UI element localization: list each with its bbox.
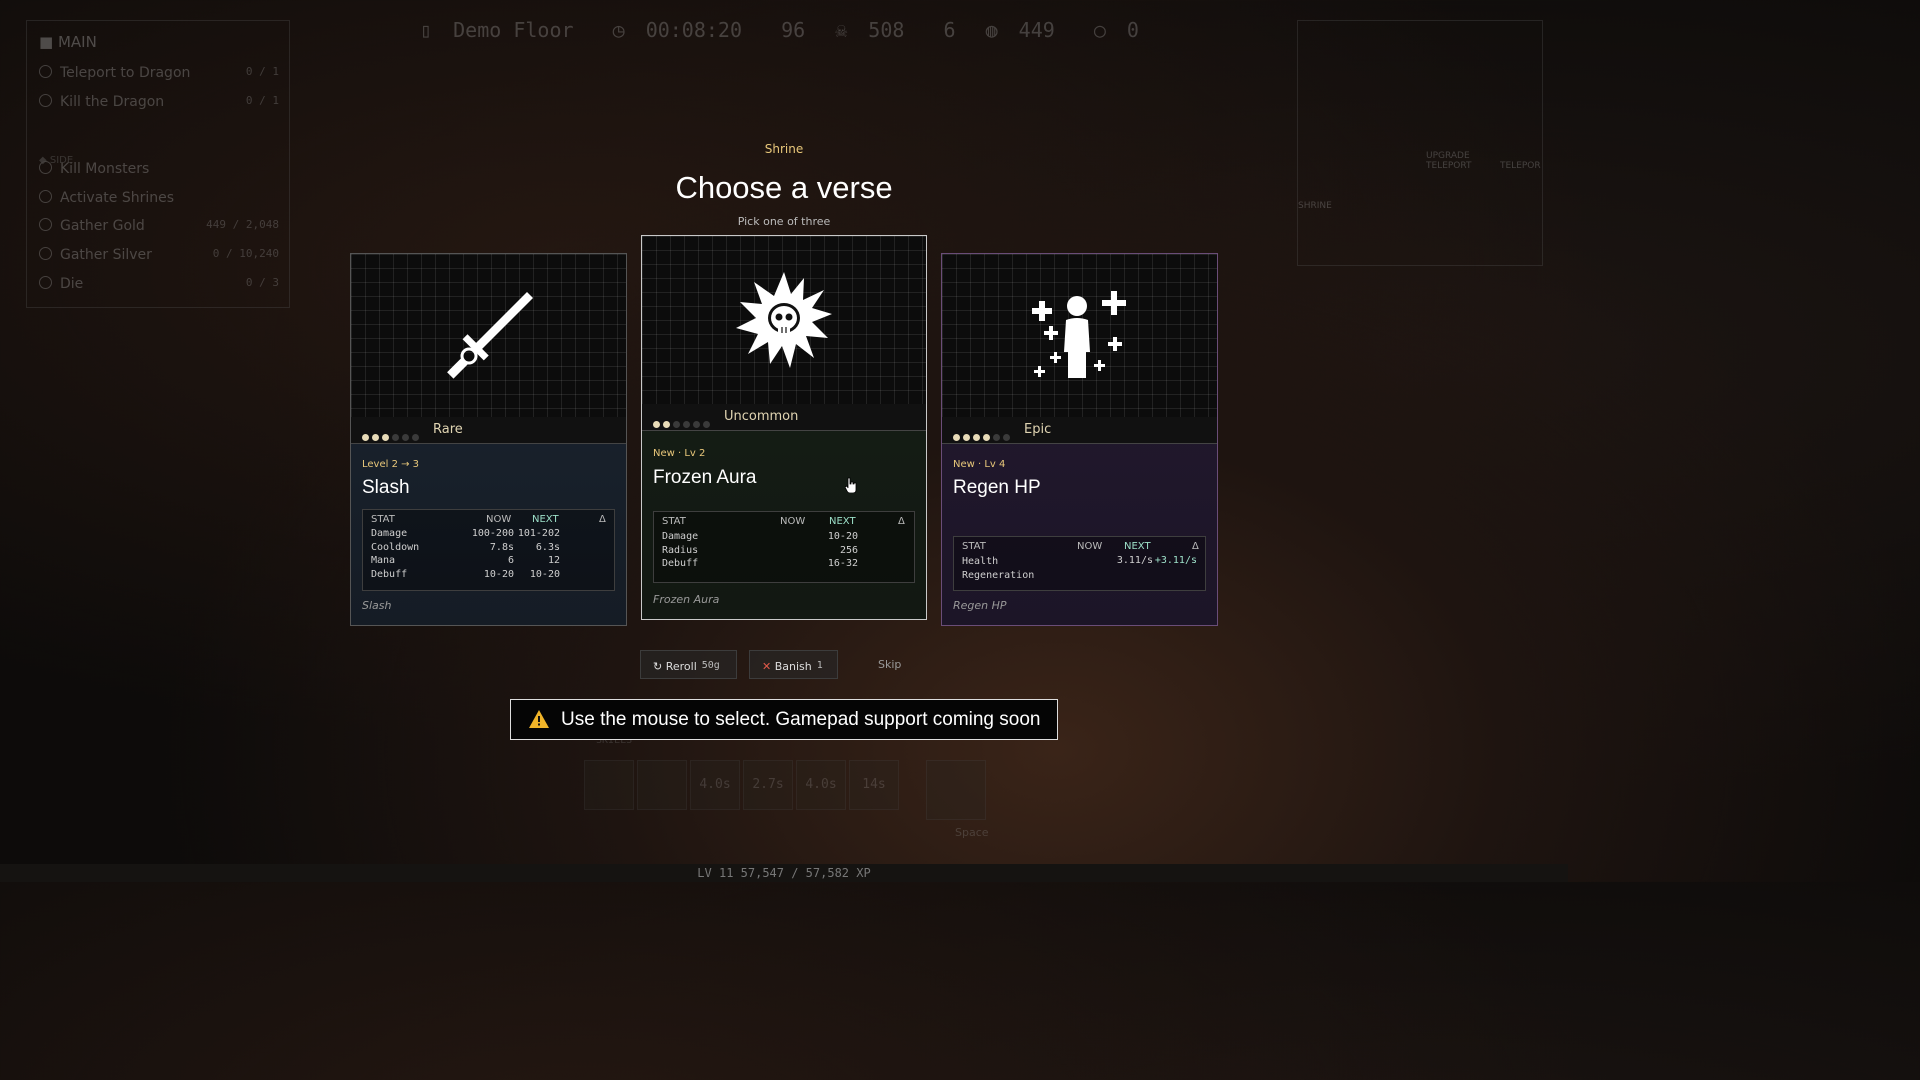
card-name: Slash [362, 477, 410, 498]
healing-person-icon [1031, 290, 1126, 378]
card-level: New · Lv 4 [953, 459, 1006, 470]
rarity-pip [653, 421, 660, 428]
rarity-bar: Uncommon [642, 404, 926, 431]
card-level: New · Lv 2 [653, 448, 706, 459]
stat-table-header: STAT NOW NEXT Δ [962, 541, 1199, 552]
rarity-pip [663, 421, 670, 428]
quest-panel: ■ MAIN Teleport to Dragon 0 / 1 Kill the … [26, 20, 290, 308]
rarity-label: Epic [1024, 422, 1052, 437]
rarity-pip [953, 434, 960, 441]
quest-status-icon [39, 276, 52, 289]
quest-item: Kill the Dragon 0 / 1 [39, 94, 279, 110]
card-flavor: Regen HP [953, 599, 1007, 612]
hand-cursor-icon [845, 477, 857, 493]
dialog-subtitle: Pick one of three [737, 215, 831, 228]
quest-status-icon [39, 94, 52, 107]
stat-table-header: STAT NOW NEXT Δ [371, 514, 606, 525]
rarity-pip [1003, 434, 1010, 441]
rarity-pip [683, 421, 690, 428]
xp-bar: LV 11 57,547 / 57,582 XP [0, 864, 1568, 882]
stat-row: Damage 10-20 [662, 531, 858, 542]
rarity-bar: Rare [351, 417, 626, 444]
stat-row: Damage 100-200 101-202 [371, 528, 560, 539]
floor-name: ▯ Demo Floor [420, 18, 574, 42]
quest-item: Die 0 / 3 [39, 276, 279, 292]
rarity-pip [703, 421, 710, 428]
reroll-cost: 50g [701, 660, 720, 671]
rarity-pips [653, 413, 713, 432]
card-flavor: Slash [362, 599, 392, 612]
reroll-button[interactable]: ↻ Reroll 50g [640, 650, 737, 679]
dash-key-label: Space [955, 826, 989, 839]
sword-icon [446, 291, 533, 379]
rarity-pip [382, 434, 389, 441]
quest-item: Teleport to Dragon 0 / 1 [39, 65, 279, 81]
kill-count: 96 [781, 18, 806, 42]
skill-slot[interactable]: 2.7s [743, 760, 793, 810]
skill-slot[interactable]: 4.0s [690, 760, 740, 810]
stat-row: Cooldown 7.8s 6.3s [371, 541, 560, 553]
card-art [351, 254, 626, 418]
stat-table: STAT NOW NEXT Δ Damage 100-200 101-202 Coo… [362, 509, 615, 591]
skill-slot[interactable]: 4.0s [796, 760, 846, 810]
warning-icon [529, 710, 549, 728]
stat-row: Mana 6 12 [371, 555, 560, 566]
verse-card-regen-hp[interactable]: Epic New · Lv 4 Regen HP STAT NOW NEXT Δ… [941, 253, 1218, 626]
rarity-pip [973, 434, 980, 441]
rarity-pip [693, 421, 700, 428]
gamepad-notice-toast: Use the mouse to select. Gamepad support… [510, 699, 1058, 740]
dash-skill-slot[interactable] [926, 760, 986, 820]
verse-card-frozen-aura[interactable]: Uncommon New · Lv 2 Frozen Aura STAT NOW… [641, 235, 927, 620]
card-level: Level 2 → 3 [362, 459, 420, 470]
card-name: Regen HP [953, 477, 1041, 498]
rarity-pip [362, 434, 369, 441]
quest-status-icon [39, 247, 52, 260]
stat-row: Radius 256 [662, 544, 858, 556]
reroll-icon: ↻ [653, 660, 663, 673]
skull-count: ☠ 508 [835, 18, 905, 42]
quest-status-icon [39, 65, 52, 78]
rarity-pip [963, 434, 970, 441]
stat-count: 6 [943, 18, 956, 42]
stat-table: STAT NOW NEXT Δ Health Regeneration 3.11… [953, 536, 1206, 591]
skull-burst-icon [736, 272, 832, 368]
skill-slot[interactable] [584, 760, 634, 810]
quest-item: Gather Silver 0 / 10,240 [39, 247, 279, 263]
card-flavor: Frozen Aura [653, 593, 720, 606]
stat-row: Health Regeneration 3.11/s +3.11/s [962, 555, 1197, 581]
rarity-pips [362, 426, 422, 445]
verse-card-slash[interactable]: Rare Level 2 → 3 Slash STAT NOW NEXT Δ D… [350, 253, 627, 626]
rarity-pip [983, 434, 990, 441]
timer: ◷ 00:08:20 [612, 18, 743, 42]
dialog-kicker: Shrine [764, 142, 804, 156]
stat-row: Debuff 16-32 [662, 558, 858, 569]
skill-slot[interactable] [637, 760, 687, 810]
rarity-pip [673, 421, 680, 428]
stat-table-header: STAT NOW NEXT Δ [662, 516, 905, 527]
silver-count: ○ 0 [1093, 18, 1139, 42]
rarity-pip [412, 434, 419, 441]
rarity-pip [993, 434, 1000, 441]
skill-slot[interactable]: 14s [849, 760, 899, 810]
rarity-label: Uncommon [724, 409, 799, 424]
card-name: Frozen Aura [653, 467, 757, 488]
dialog-title: Choose a verse [675, 170, 893, 205]
close-icon: ✕ [762, 660, 772, 673]
rarity-pip [402, 434, 409, 441]
rarity-label: Rare [433, 422, 463, 437]
skip-button[interactable]: Skip [878, 658, 901, 671]
card-art [942, 254, 1217, 418]
stat-row: Debuff 10-20 10-20 [371, 568, 560, 580]
rarity-pips [953, 426, 1013, 445]
stat-table: STAT NOW NEXT Δ Damage 10-20 Radius 256 De… [653, 511, 915, 583]
card-art [642, 236, 926, 405]
banish-button[interactable]: ✕ Banish 1 [749, 650, 838, 679]
gold-count: ◍ 449 [985, 18, 1055, 42]
rarity-pip [372, 434, 379, 441]
banish-count: 1 [816, 660, 823, 671]
rarity-pip [392, 434, 399, 441]
rarity-bar: Epic [942, 417, 1217, 444]
